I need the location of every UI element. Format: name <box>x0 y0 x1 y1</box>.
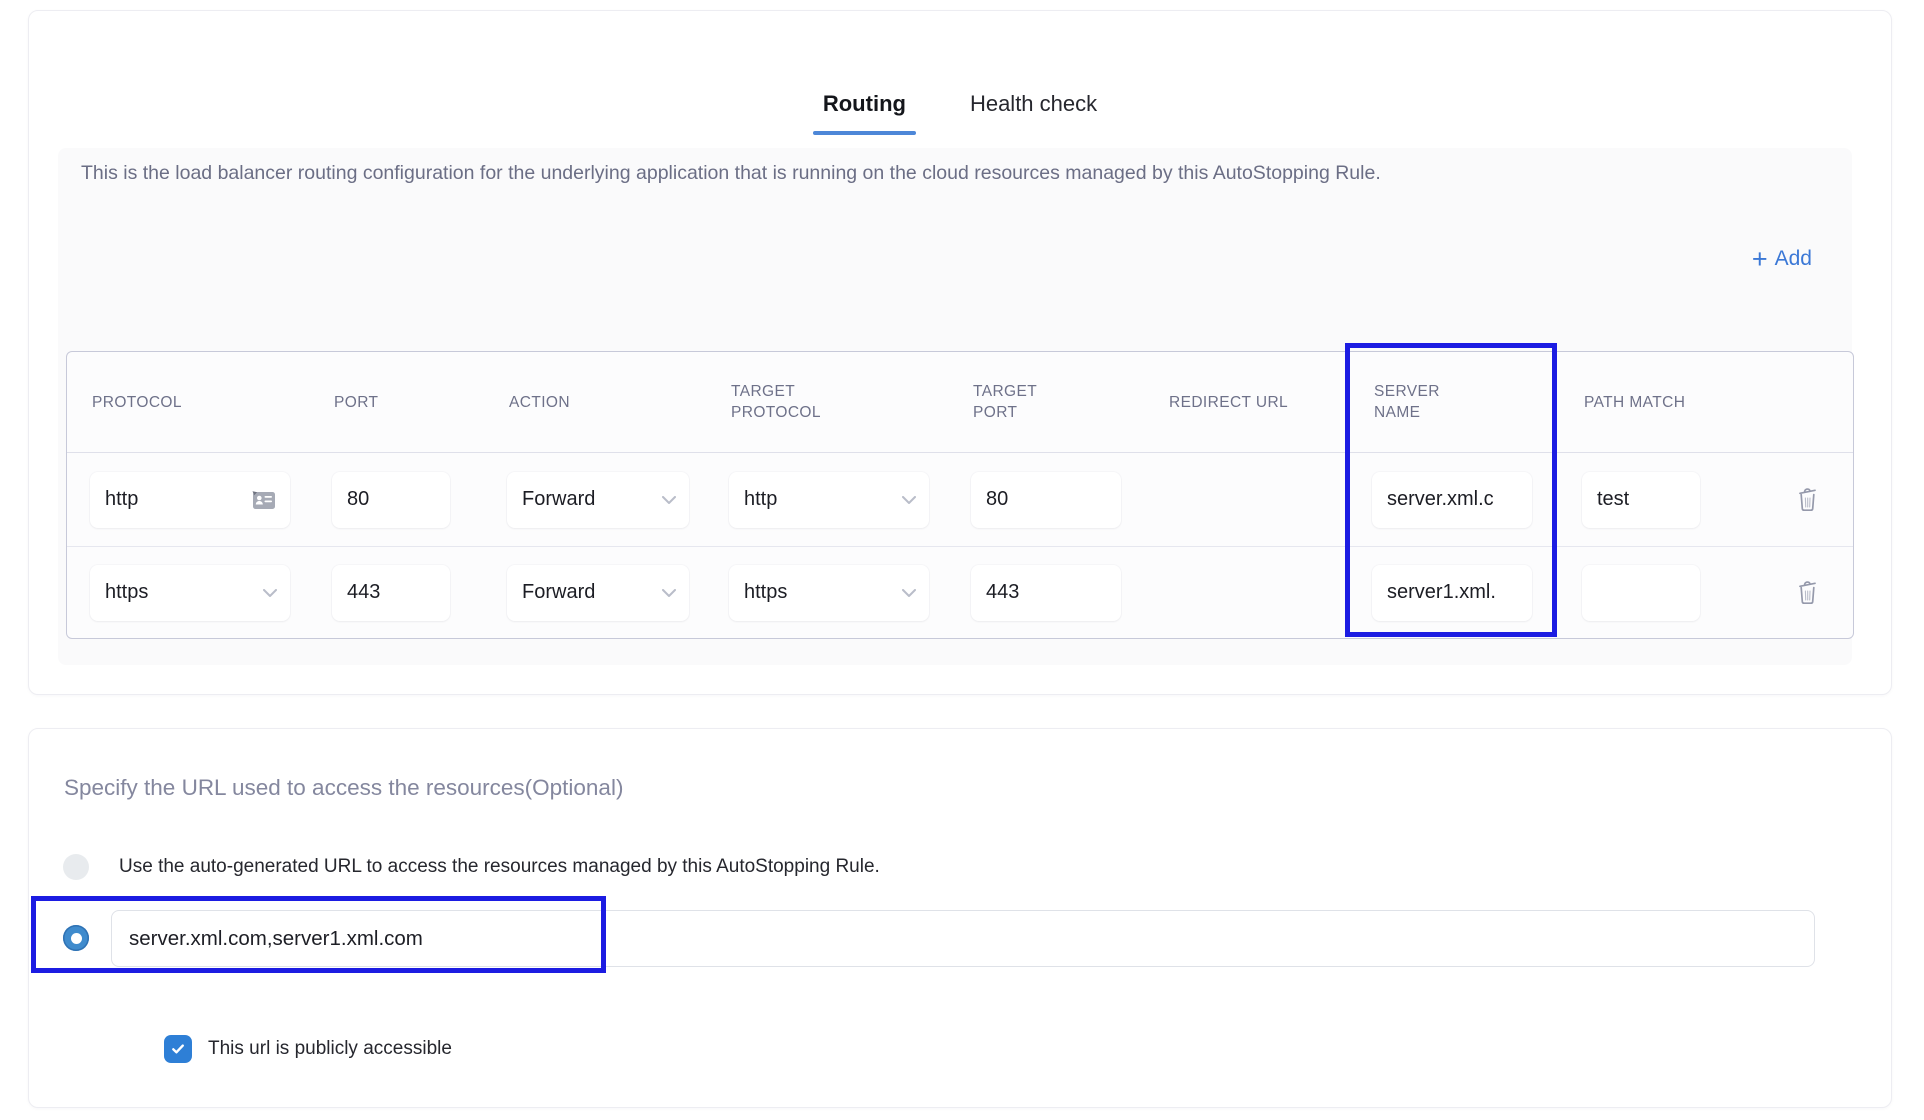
url-section-title: Specify the URL used to access the resou… <box>64 775 623 801</box>
delete-row-button[interactable] <box>1791 574 1824 612</box>
add-button[interactable]: + Add <box>1752 246 1812 272</box>
tab-health-check[interactable]: Health check <box>960 89 1107 135</box>
routing-description: This is the load balancer routing config… <box>81 160 1396 188</box>
custom-url-radio[interactable] <box>63 925 89 951</box>
table-row: https <box>67 547 309 638</box>
chevron-down-icon <box>263 589 277 597</box>
target-protocol-value: https <box>744 581 787 604</box>
public-access-row: This url is publicly accessible <box>164 1035 452 1063</box>
path-match-field[interactable]: test <box>1582 472 1700 528</box>
public-access-checkbox[interactable] <box>164 1035 192 1063</box>
add-button-label: Add <box>1775 247 1812 271</box>
trash-icon <box>1795 485 1820 515</box>
tab-health-check-label: Health check <box>970 91 1097 116</box>
tab-routing-label: Routing <box>823 91 906 116</box>
column-header-protocol: PROTOCOL <box>67 352 309 453</box>
target-port-field[interactable]: 80 <box>971 472 1121 528</box>
chevron-down-icon <box>902 589 916 597</box>
column-header-server-name: SERVER NAME <box>1349 352 1559 453</box>
tab-routing[interactable]: Routing <box>813 89 916 135</box>
server-name-value: server1.xml. <box>1387 581 1496 604</box>
path-match-value: test <box>1597 488 1629 511</box>
column-header-actions <box>1762 352 1853 453</box>
action-value: Forward <box>522 488 595 511</box>
delete-row-button[interactable] <box>1791 481 1824 519</box>
server-name-field[interactable]: server.xml.c <box>1372 472 1532 528</box>
protocol-value: http <box>105 488 138 511</box>
target-protocol-select[interactable]: http <box>729 472 929 528</box>
column-header-redirect-url: REDIRECT URL <box>1144 352 1349 453</box>
path-match-field[interactable] <box>1582 565 1700 621</box>
port-field[interactable]: 443 <box>332 565 450 621</box>
table-row: http <box>67 453 309 547</box>
column-header-path-match: PATH MATCH <box>1559 352 1762 453</box>
target-port-value: 443 <box>986 581 1019 604</box>
routing-card: Routing Health check This is the load ba… <box>28 10 1892 695</box>
auto-url-option-row: Use the auto-generated URL to access the… <box>63 854 880 880</box>
plus-icon: + <box>1752 246 1768 272</box>
custom-url-input[interactable] <box>111 910 1815 967</box>
contact-card-icon <box>251 489 277 511</box>
custom-url-option-row <box>63 910 1815 967</box>
column-header-action: ACTION <box>484 352 706 453</box>
target-protocol-value: http <box>744 488 777 511</box>
redirect-url-cell <box>1144 453 1349 547</box>
server-name-field[interactable]: server1.xml. <box>1372 565 1532 621</box>
routing-table: PROTOCOL PORT ACTION TARGET PROTOCOL TAR… <box>66 351 1854 639</box>
protocol-value: https <box>105 581 148 604</box>
chevron-down-icon <box>902 496 916 504</box>
action-select[interactable]: Forward <box>507 565 689 621</box>
port-field[interactable]: 80 <box>332 472 450 528</box>
action-value: Forward <box>522 581 595 604</box>
target-protocol-select[interactable]: https <box>729 565 929 621</box>
url-card: Specify the URL used to access the resou… <box>28 728 1892 1108</box>
port-value: 443 <box>347 581 380 604</box>
routing-config-panel: This is the load balancer routing config… <box>58 148 1852 665</box>
target-port-field[interactable]: 443 <box>971 565 1121 621</box>
column-header-port: PORT <box>309 352 484 453</box>
auto-url-radio[interactable] <box>63 854 89 880</box>
redirect-url-cell <box>1144 547 1349 638</box>
column-header-target-protocol: TARGET PROTOCOL <box>706 352 948 453</box>
chevron-down-icon <box>662 589 676 597</box>
protocol-field[interactable]: http <box>90 472 290 528</box>
page: Routing Health check This is the load ba… <box>0 0 1924 1120</box>
tab-bar: Routing Health check <box>29 89 1891 135</box>
chevron-down-icon <box>662 496 676 504</box>
protocol-select[interactable]: https <box>90 565 290 621</box>
public-access-label: This url is publicly accessible <box>208 1038 452 1060</box>
check-icon <box>170 1041 186 1057</box>
server-name-value: server.xml.c <box>1387 488 1494 511</box>
action-select[interactable]: Forward <box>507 472 689 528</box>
port-value: 80 <box>347 488 369 511</box>
trash-icon <box>1795 578 1820 608</box>
auto-url-label: Use the auto-generated URL to access the… <box>119 856 880 878</box>
column-header-target-port: TARGET PORT <box>948 352 1144 453</box>
target-port-value: 80 <box>986 488 1008 511</box>
